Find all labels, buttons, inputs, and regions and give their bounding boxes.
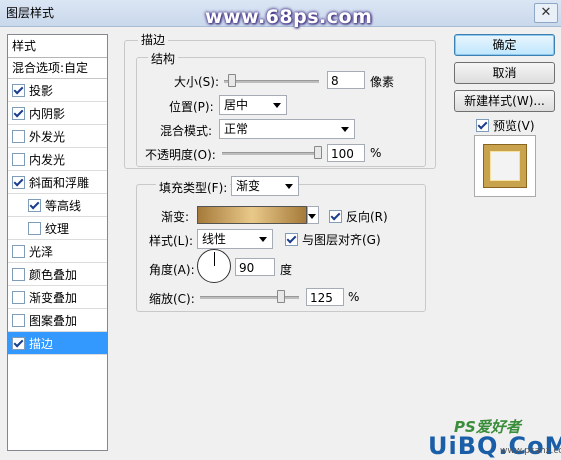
blend-mode-select-value: 正常 <box>224 122 249 136</box>
blend-mode-label: 混合模式: <box>160 124 213 138</box>
style-list: 样式 混合选项:自定 投影 内阴影 外发光 内发光 斜面和浮雕 等高线 纹理 光… <box>7 34 108 451</box>
fill-type-label: 填充类型(F): <box>156 179 231 196</box>
new-style-button[interactable]: 新建样式(W)... <box>454 90 555 112</box>
gradient-swatch[interactable] <box>197 206 307 224</box>
angle-input[interactable]: 90 <box>235 258 275 276</box>
close-icon: ✕ <box>540 5 552 20</box>
pattern-overlay-checkbox[interactable] <box>12 313 25 327</box>
stroke-checkbox[interactable] <box>12 336 25 350</box>
opacity-slider-track[interactable] <box>222 152 321 155</box>
sidebar-item-inner-glow[interactable]: 内发光 <box>8 148 107 171</box>
chevron-down-icon <box>259 237 267 242</box>
align-with-layer-row[interactable]: 与图层对齐(G) <box>285 231 381 248</box>
sidebar-item-label: 投影 <box>29 83 54 98</box>
size-input[interactable]: 8 <box>327 71 365 89</box>
chevron-down-icon <box>285 184 293 189</box>
sidebar-item-label: 外发光 <box>29 129 66 144</box>
sidebar-item-satin[interactable]: 光泽 <box>8 240 107 263</box>
chevron-down-icon <box>341 127 349 132</box>
preview-checkbox-row[interactable]: 预览(V) <box>476 117 535 134</box>
opacity-slider-thumb[interactable] <box>314 146 322 159</box>
sidebar-item-label: 内阴影 <box>29 106 66 121</box>
inner-shadow-checkbox[interactable] <box>12 106 25 120</box>
window-title: 图层样式 <box>6 6 55 20</box>
style-list-header[interactable]: 样式 <box>8 35 107 58</box>
style-label: 样式(L): <box>149 234 194 248</box>
position-select[interactable]: 居中 <box>219 95 287 115</box>
preview-thumbnail <box>484 145 526 187</box>
angle-dial[interactable] <box>197 249 231 283</box>
angle-unit: 度 <box>280 263 293 277</box>
sidebar-item-label: 光泽 <box>29 244 54 259</box>
sidebar-item-texture[interactable]: 纹理 <box>8 217 107 240</box>
reverse-checkbox[interactable] <box>329 210 342 223</box>
chevron-down-icon <box>273 103 281 108</box>
align-with-layer-checkbox[interactable] <box>285 233 298 246</box>
sidebar-item-label: 渐变叠加 <box>29 290 78 305</box>
cancel-button[interactable]: 取消 <box>454 62 555 84</box>
sidebar-item-label: 颜色叠加 <box>29 267 78 282</box>
reverse-label: 反向(R) <box>346 210 388 224</box>
structure-group-title: 结构 <box>148 50 179 67</box>
blend-mode-select[interactable]: 正常 <box>219 119 355 139</box>
chevron-down-icon <box>308 214 316 219</box>
preview-checkbox[interactable] <box>476 119 489 132</box>
scale-slider-thumb[interactable] <box>277 290 285 303</box>
sidebar-item-outer-glow[interactable]: 外发光 <box>8 125 107 148</box>
gradient-dropdown[interactable] <box>307 206 319 224</box>
watermark-text: www.68ps.com <box>205 6 373 28</box>
scale-unit: % <box>348 290 360 304</box>
blend-options-item[interactable]: 混合选项:自定 <box>8 58 107 79</box>
drop-shadow-checkbox[interactable] <box>12 83 25 97</box>
size-label: 大小(S): <box>174 75 220 89</box>
color-overlay-checkbox[interactable] <box>12 267 25 281</box>
texture-checkbox[interactable] <box>28 221 41 235</box>
angle-label: 角度(A): <box>149 263 195 277</box>
gradient-label: 渐变: <box>161 210 190 224</box>
sidebar-item-contour[interactable]: 等高线 <box>8 194 107 217</box>
fill-type-select-value: 渐变 <box>236 179 261 193</box>
inner-glow-checkbox[interactable] <box>12 152 25 166</box>
close-button[interactable]: ✕ <box>534 3 558 23</box>
reverse-checkbox-row[interactable]: 反向(R) <box>329 208 388 225</box>
footer-sub-url: www.psahz.com <box>500 446 561 456</box>
stroke-group-title: 描边 <box>138 31 169 48</box>
sidebar-item-color-overlay[interactable]: 颜色叠加 <box>8 263 107 286</box>
scale-input[interactable]: 125 <box>306 288 344 306</box>
sidebar-item-label: 纹理 <box>45 221 70 236</box>
sidebar-item-label: 斜面和浮雕 <box>29 175 90 190</box>
gradient-style-value: 线性 <box>202 232 227 246</box>
title-bar: 图层样式 www.68ps.com ✕ <box>0 0 561 28</box>
size-slider-thumb[interactable] <box>228 74 236 87</box>
sidebar-item-pattern-overlay[interactable]: 图案叠加 <box>8 309 107 332</box>
satin-checkbox[interactable] <box>12 244 25 258</box>
preview-label: 预览(V) <box>493 119 535 133</box>
align-with-layer-label: 与图层对齐(G) <box>302 233 381 247</box>
scale-label: 缩放(C): <box>149 292 195 306</box>
sidebar-item-label: 等高线 <box>45 198 82 213</box>
size-unit: 像素 <box>370 75 395 89</box>
opacity-label: 不透明度(O): <box>145 148 216 162</box>
position-select-value: 居中 <box>224 98 249 112</box>
ok-button[interactable]: 确定 <box>454 34 555 56</box>
bevel-emboss-checkbox[interactable] <box>12 175 25 189</box>
contour-checkbox[interactable] <box>28 198 41 212</box>
fill-type-select[interactable]: 渐变 <box>231 176 299 196</box>
gradient-style-select[interactable]: 线性 <box>197 229 273 249</box>
opacity-input[interactable]: 100 <box>327 144 365 162</box>
position-label: 位置(P): <box>169 100 214 114</box>
sidebar-item-inner-shadow[interactable]: 内阴影 <box>8 102 107 125</box>
opacity-unit: % <box>370 146 382 160</box>
outer-glow-checkbox[interactable] <box>12 129 25 143</box>
size-slider-track[interactable] <box>224 80 319 83</box>
sidebar-item-label: 图案叠加 <box>29 313 78 328</box>
sidebar-item-drop-shadow[interactable]: 投影 <box>8 79 107 102</box>
sidebar-item-stroke[interactable]: 描边 <box>8 332 107 355</box>
sidebar-item-label: 内发光 <box>29 152 66 167</box>
sidebar-item-gradient-overlay[interactable]: 渐变叠加 <box>8 286 107 309</box>
sidebar-item-label: 描边 <box>29 336 54 351</box>
style-preview <box>474 135 536 197</box>
sidebar-item-bevel-emboss[interactable]: 斜面和浮雕 <box>8 171 107 194</box>
gradient-overlay-checkbox[interactable] <box>12 290 25 304</box>
